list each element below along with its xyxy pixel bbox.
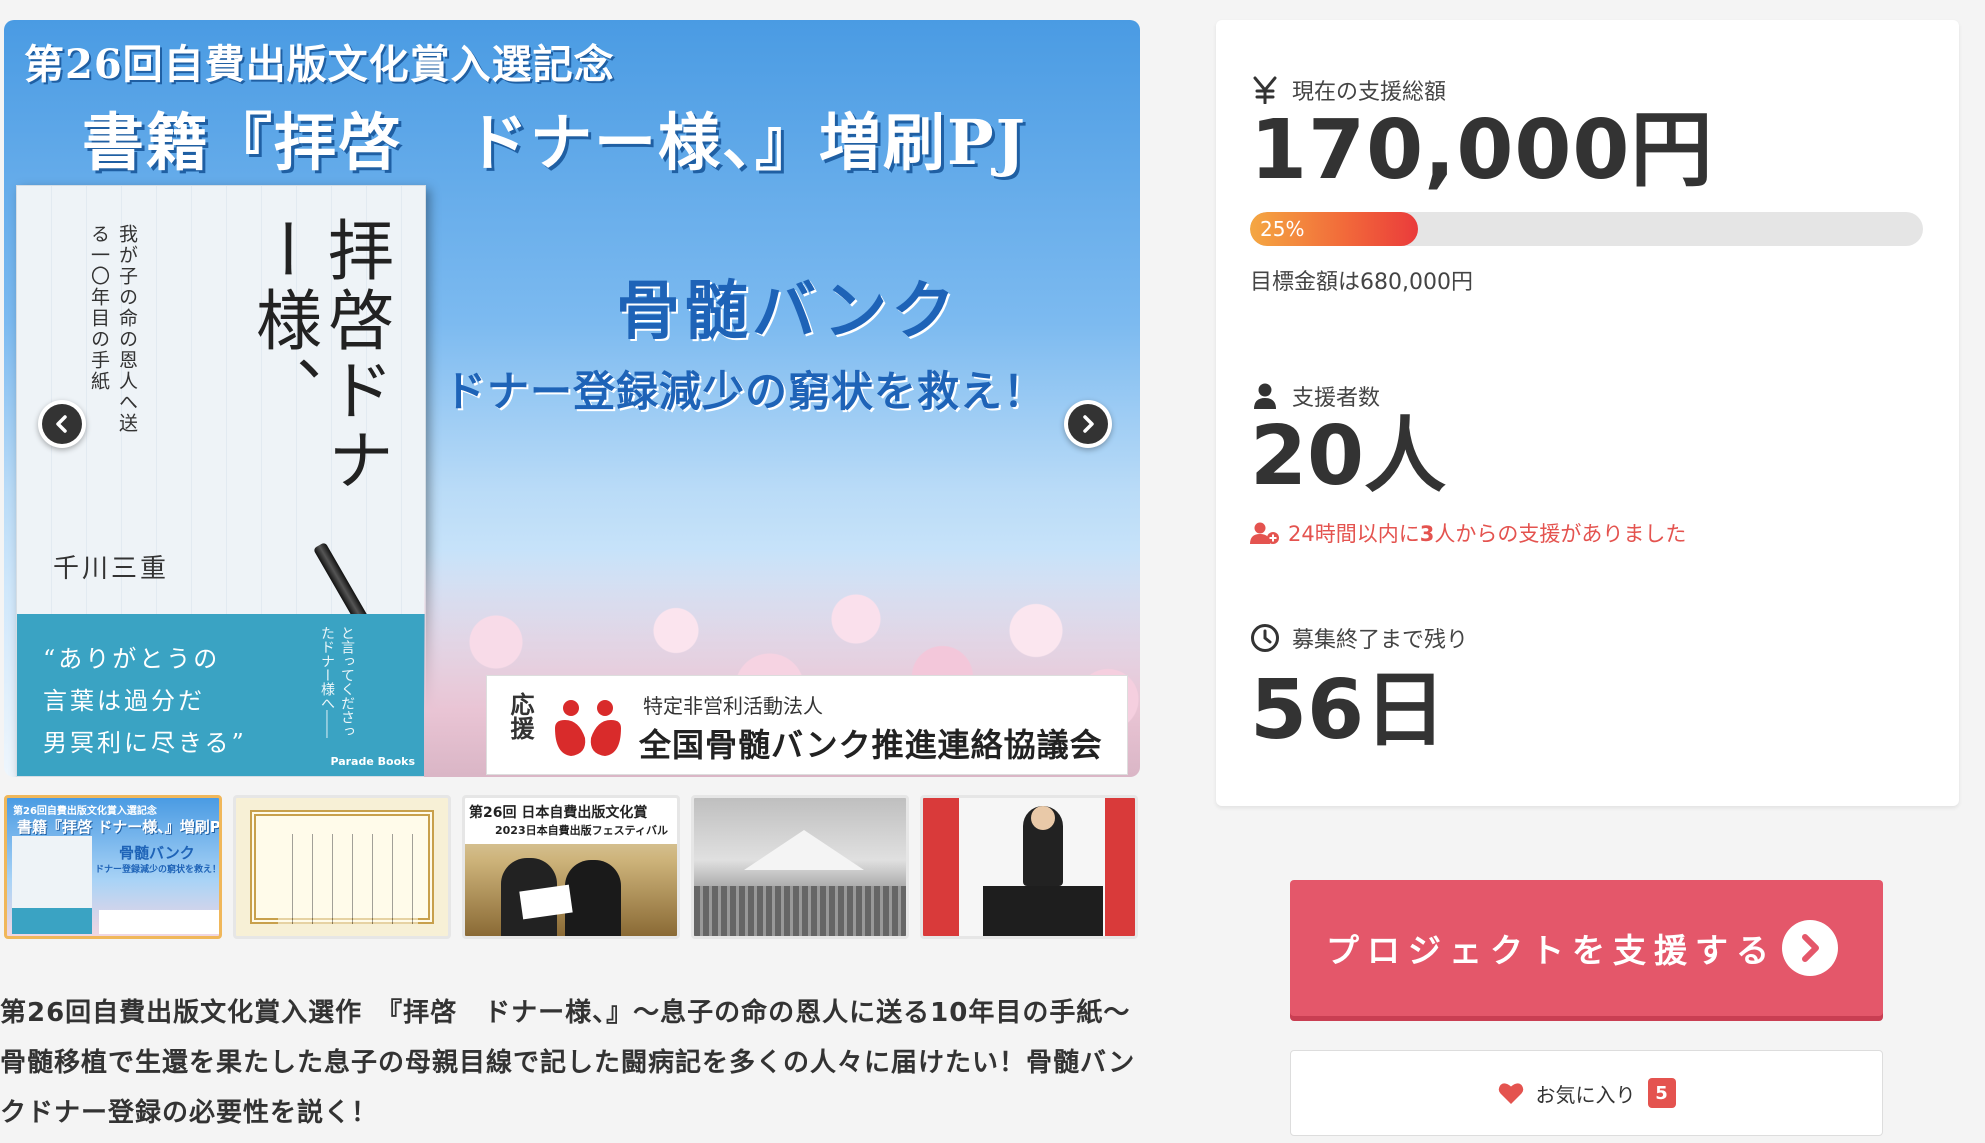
thumbnail-strip: 第26回自費出版文化賞入選記念 書籍『拝啓 ドナー様、』増刷PJ 骨髄バンク ド… (4, 795, 1140, 939)
hero-headline: 骨髄バンク (616, 274, 960, 349)
chevron-right-circle-icon (1782, 920, 1838, 976)
thumbnail-5[interactable] (920, 795, 1138, 939)
support-project-button[interactable]: プロジェクトを支援する (1290, 880, 1883, 1016)
ceremony-banner: 第26回 日本自費出版文化賞 2023日本自費出版フェスティバル (465, 798, 677, 844)
progress-fill: 25% (1250, 212, 1419, 246)
thumbnail-4[interactable] (691, 795, 909, 939)
sponsor-label: 応援 (506, 692, 535, 740)
hero-title-line1: 第26回自費出版文化賞入選記念 (24, 41, 615, 88)
sponsor-banner: 応援 特定非営利活動法人 全国骨髄バンク推進連絡協議会 (486, 675, 1128, 775)
thumb-book (12, 836, 92, 934)
thumbnail-3[interactable]: 第26回 日本自費出版文化賞 2023日本自費出版フェスティバル (462, 795, 680, 939)
funding-stats-card: 現在の支援総額 170,000円 25% 目標金額は680,000円 支援者数 … (1216, 20, 1959, 806)
main-project-image: 第26回自費出版文化賞入選記念 書籍『拝啓 ドナー様、』増刷PJ 我が子の命の恩… (4, 20, 1140, 777)
thumb-headline: 骨髄バンク (119, 844, 195, 862)
thumbnail-2[interactable] (233, 795, 451, 939)
book-title: 拝啓ドナー様、 (245, 216, 394, 496)
book-band: “ありがとうの 言葉は過分だ 男冥利に尽きる” と言ってくださったドナー様へ――… (17, 614, 425, 776)
carousel-prev-button[interactable] (38, 400, 86, 448)
book-thanks-note: と言ってくださったドナー様へ―― (319, 626, 355, 738)
book-quote: “ありがとうの 言葉は過分だ 男冥利に尽きる” (43, 645, 247, 757)
user-icon (1250, 381, 1280, 411)
carousel-next-button[interactable] (1064, 400, 1112, 448)
certificate-image (250, 810, 434, 924)
hero-title-line2: 書籍『拝啓 ドナー様、』増刷PJ (82, 106, 1027, 179)
favorite-button[interactable]: お気に入り 5 (1290, 1050, 1883, 1136)
supporter-count: 20人 (1250, 409, 1447, 504)
red-banner (923, 798, 959, 936)
goal-amount: 目標金額は680,000円 (1250, 270, 1473, 295)
ceremony-banner-subtext: 2023日本自費出版フェスティバル (495, 824, 668, 837)
supporters-label: 支援者数 (1292, 386, 1381, 411)
ceremony-banner-text: 第26回 日本自費出版文化賞 (469, 805, 648, 821)
hero-subheadline: ドナー登録減少の窮状を救え！ (444, 367, 1047, 416)
mountain-image (744, 830, 864, 870)
podium (983, 886, 1103, 936)
sponsor-org-type: 特定非営利活動法人 (643, 694, 823, 718)
remaining-label: 募集終了まで残り (1292, 628, 1469, 653)
progress-bar: 25% (1250, 212, 1923, 246)
book-cover: 我が子の命の恩人へ送る一〇年目の手紙 拝啓ドナー様、 千川三重 “ありがとうの … (16, 185, 426, 777)
support-button-label: プロジェクトを支援する (1326, 931, 1777, 970)
user-plus-icon (1250, 522, 1279, 544)
thumb-title: 第26回自費出版文化賞入選記念 (13, 806, 157, 817)
recent-prefix: 24時間以内に (1288, 522, 1420, 546)
recent-suffix: 人からの支援がありました (1434, 522, 1687, 546)
recent-count: 3 (1419, 522, 1435, 546)
heart-icon (1498, 1083, 1523, 1104)
speaker-face (1031, 806, 1055, 830)
favorite-count-badge: 5 (1647, 1078, 1676, 1108)
book-author: 千川三重 (53, 554, 170, 584)
person-figure (565, 860, 621, 936)
days-remaining: 56日 (1250, 663, 1447, 758)
project-description: 第26回自費出版文化賞入選作 『拝啓 ドナー様、』〜息子の命の恩人に送る10年目… (0, 998, 1136, 1128)
thumb-sponsor (99, 910, 219, 934)
amount-label-row: 現在の支援総額 (1250, 74, 1446, 106)
sponsor-org-name: 全国骨髄バンク推進連絡協議会 (639, 726, 1103, 764)
supporters-label-row: 支援者数 (1250, 380, 1380, 412)
cityscape-image (694, 886, 906, 936)
clock-icon (1250, 623, 1280, 653)
amount-label: 現在の支援総額 (1292, 80, 1447, 105)
yen-icon (1250, 75, 1280, 105)
thumb-title2: 書籍『拝啓 ドナー様、』増刷PJ (17, 818, 222, 836)
sponsor-logo (555, 700, 621, 756)
book-publisher: Parade Books (330, 755, 415, 768)
progress-percent: 25% (1260, 217, 1305, 241)
recent-support-notice: 24時間以内に3人からの支援がありました (1250, 518, 1686, 548)
book-subtitle: 我が子の命の恩人へ送る一〇年目の手紙 (88, 224, 138, 434)
thumbnail-1[interactable]: 第26回自費出版文化賞入選記念 書籍『拝啓 ドナー様、』増刷PJ 骨髄バンク ド… (4, 795, 222, 939)
favorite-label: お気に入り (1535, 1082, 1636, 1107)
chevron-left-icon (42, 404, 82, 444)
chevron-right-icon (1068, 404, 1108, 444)
thumb-subheadline: ドナー登録減少の窮状を救え！ (95, 865, 222, 875)
remaining-label-row: 募集終了まで残り (1250, 622, 1468, 654)
red-banner (1105, 798, 1135, 936)
total-amount: 170,000円 (1250, 103, 1714, 198)
